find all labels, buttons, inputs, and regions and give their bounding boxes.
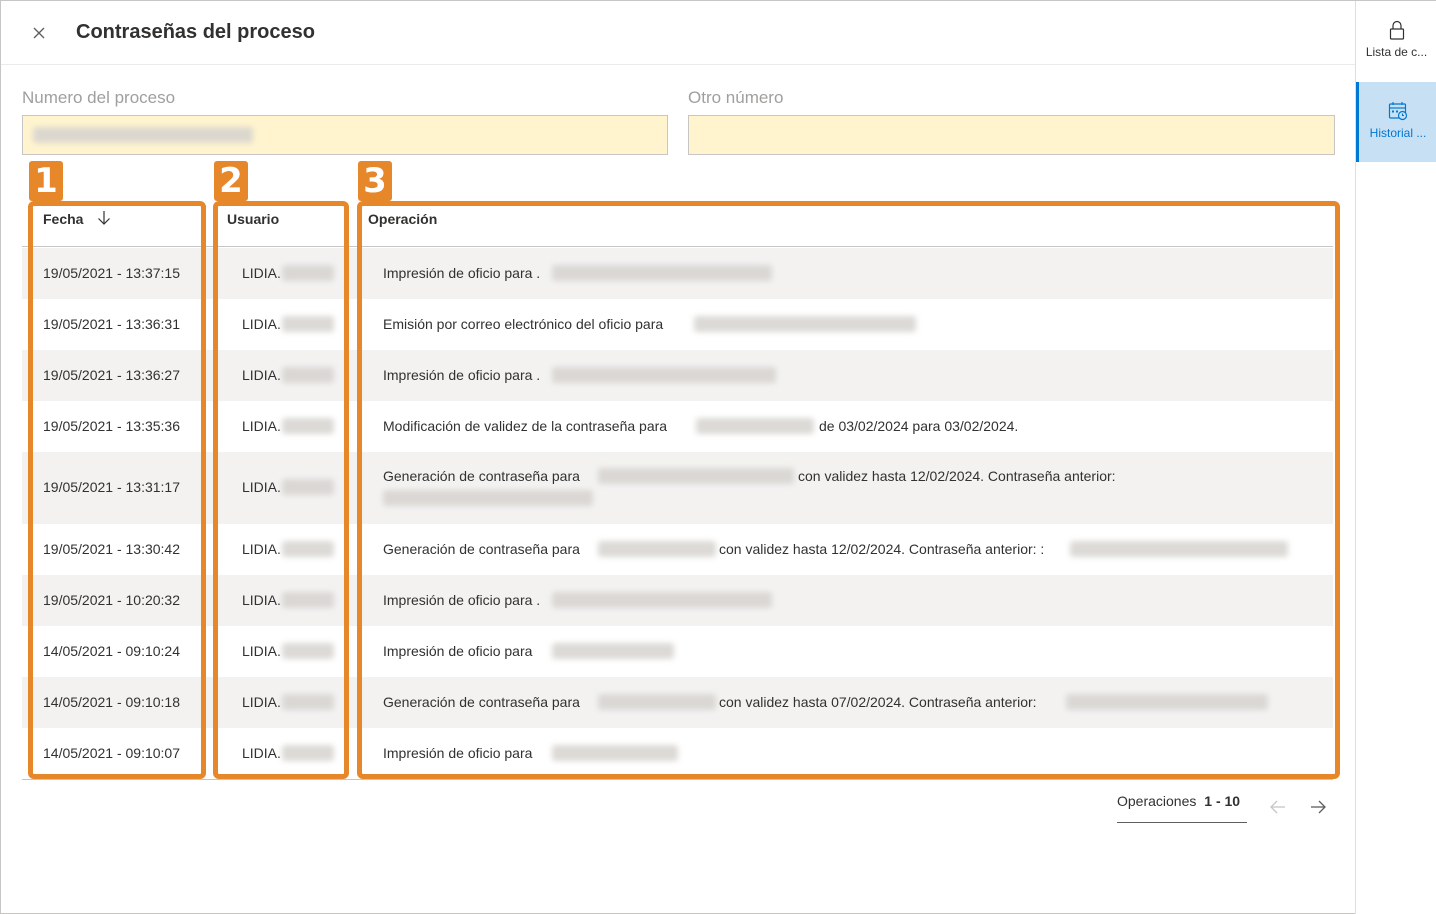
annotation-box-date-column	[28, 201, 206, 779]
dialog-window: Contraseñas del proceso Lista de c... Hi…	[0, 0, 1436, 914]
process-number-field[interactable]	[22, 115, 668, 155]
calendar-clock-icon	[1388, 102, 1408, 121]
arrow-right-icon	[1311, 800, 1326, 814]
other-number-label: Otro número	[688, 88, 784, 107]
dialog-header: Contraseñas del proceso	[1, 1, 1355, 65]
process-number-label: Numero del proceso	[22, 88, 176, 107]
pagination-label: Operaciones 1 - 10	[1117, 793, 1240, 809]
rail-item-label: Historial ...	[1369, 126, 1427, 140]
lock-icon	[1389, 20, 1404, 40]
arrow-left-icon	[1270, 800, 1285, 814]
pagination-text: Operaciones	[1117, 793, 1197, 809]
side-rail: Lista de c... Historial ...	[1355, 1, 1436, 914]
close-button[interactable]	[27, 21, 51, 45]
pagination-range: 1 - 10	[1204, 793, 1241, 809]
rail-item-label: Lista de c...	[1365, 45, 1428, 59]
close-icon	[33, 27, 45, 39]
dialog-title: Contraseñas del proceso	[76, 21, 315, 43]
annotation-box-user-column	[213, 201, 349, 779]
other-number-field[interactable]	[688, 115, 1335, 155]
annotation-badge-3: 3	[358, 161, 392, 201]
table-bottom-divider	[22, 779, 1333, 780]
annotation-badge-1: 1	[29, 161, 63, 201]
pagination-underline	[1117, 822, 1247, 823]
rail-item-password-list[interactable]: Lista de c...	[1356, 1, 1436, 81]
rail-item-history[interactable]: Historial ...	[1356, 82, 1436, 162]
redacted-value	[33, 127, 253, 143]
annotation-box-operation-column	[357, 201, 1340, 779]
next-page-button[interactable]	[1307, 796, 1329, 818]
previous-page-button[interactable]	[1267, 796, 1289, 818]
annotation-badge-2: 2	[214, 161, 248, 201]
